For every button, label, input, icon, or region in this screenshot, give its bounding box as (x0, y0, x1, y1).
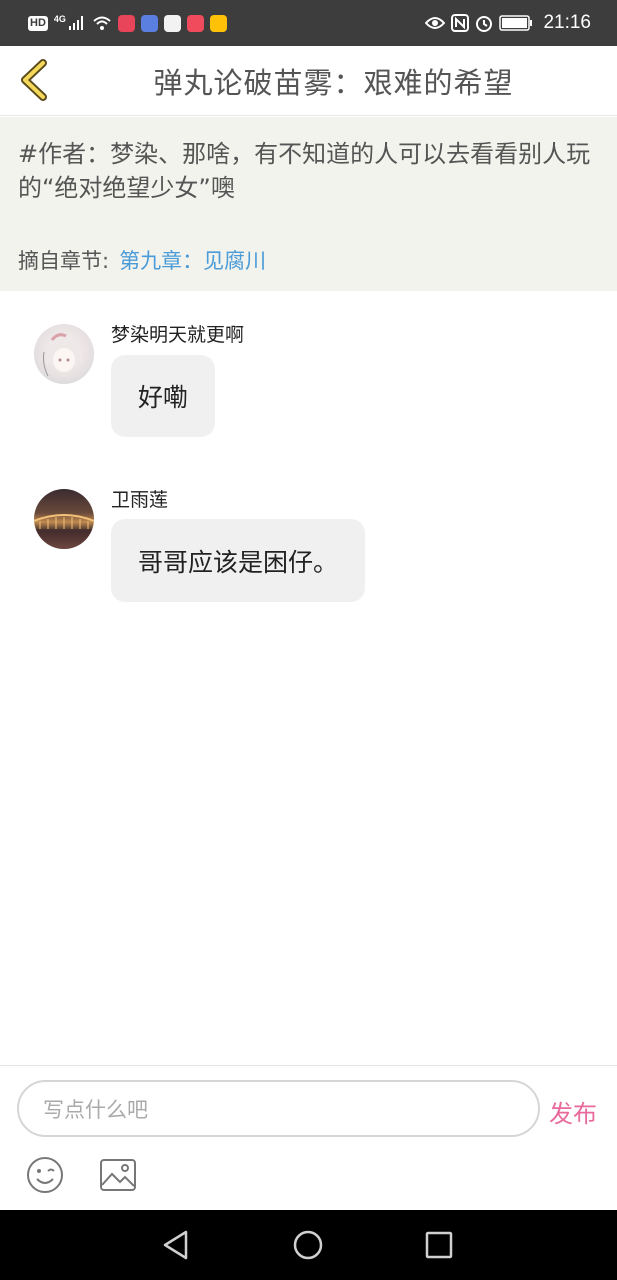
comment-bubble: 哥哥应该是困仔。 (111, 519, 366, 602)
page-title: 弹丸论破苗雾：艰难的希望 (153, 66, 514, 100)
status-left: HD 4G (28, 14, 227, 32)
system-nav-bar (0, 1210, 617, 1280)
excerpt-source-label: 摘自章节: (18, 249, 110, 273)
chapter-link[interactable]: 第九章：见腐川 (119, 249, 266, 273)
excerpt-text: #作者：梦染、那啥，有不知道的人可以去看看别人玩的“绝对绝望少女”噢 (18, 140, 591, 202)
back-button[interactable] (14, 56, 54, 104)
status-time: 21:16 (543, 12, 591, 33)
app-yellow-icon (209, 14, 227, 32)
emoji-icon[interactable] (26, 1156, 64, 1194)
hand-icon (163, 14, 181, 32)
comment-username: 梦染明天就更啊 (111, 324, 245, 346)
avatar[interactable] (34, 324, 94, 384)
excerpt-block: #作者：梦染、那啥，有不知道的人可以去看看别人玩的“绝对绝望少女”噢 摘自章节:… (0, 117, 617, 291)
screen: HD 4G 21:16 弹丸论破苗雾：艰难的希望 #作者：梦染、那啥，有不知道的… (0, 0, 617, 1280)
comment-username: 卫雨莲 (111, 489, 169, 511)
music-icon (140, 14, 158, 32)
recents-square-icon[interactable] (421, 1227, 457, 1263)
signal-icon (68, 16, 83, 30)
avatar-image (34, 514, 94, 549)
comment-bubble: 好嘞 (111, 355, 216, 437)
publish-button[interactable]: 发布 (549, 1094, 597, 1129)
comment-input-area: 写点什么吧 发布 (0, 1065, 617, 1210)
hd-badge: HD (28, 15, 48, 31)
back-triangle-icon[interactable] (158, 1227, 194, 1263)
excerpt-source: 摘自章节: 第九章：见腐川 (18, 245, 266, 275)
status-right: 21:16 (425, 12, 591, 34)
wifi-icon (93, 16, 111, 30)
comment-item: 卫雨莲 哥哥应该是困仔。 (0, 483, 617, 608)
comment-item: 梦染明天就更啊 好嘞 (0, 318, 617, 443)
comment-input[interactable]: 写点什么吧 (17, 1080, 540, 1137)
status-bar: HD 4G 21:16 (0, 0, 617, 46)
app-red-icon (117, 14, 135, 32)
app-pink-icon (186, 14, 204, 32)
chevron-left-icon (21, 59, 47, 101)
alarm-icon (476, 16, 493, 32)
avatar[interactable] (34, 489, 94, 549)
home-circle-icon[interactable] (290, 1227, 326, 1263)
network-label: 4G (53, 14, 66, 24)
battery-icon (499, 15, 533, 31)
nfc-icon (451, 14, 470, 32)
header: 弹丸论破苗雾：艰难的希望 (0, 46, 617, 116)
avatar-image (43, 333, 83, 377)
eye-icon (425, 17, 446, 29)
image-icon[interactable] (99, 1158, 137, 1192)
